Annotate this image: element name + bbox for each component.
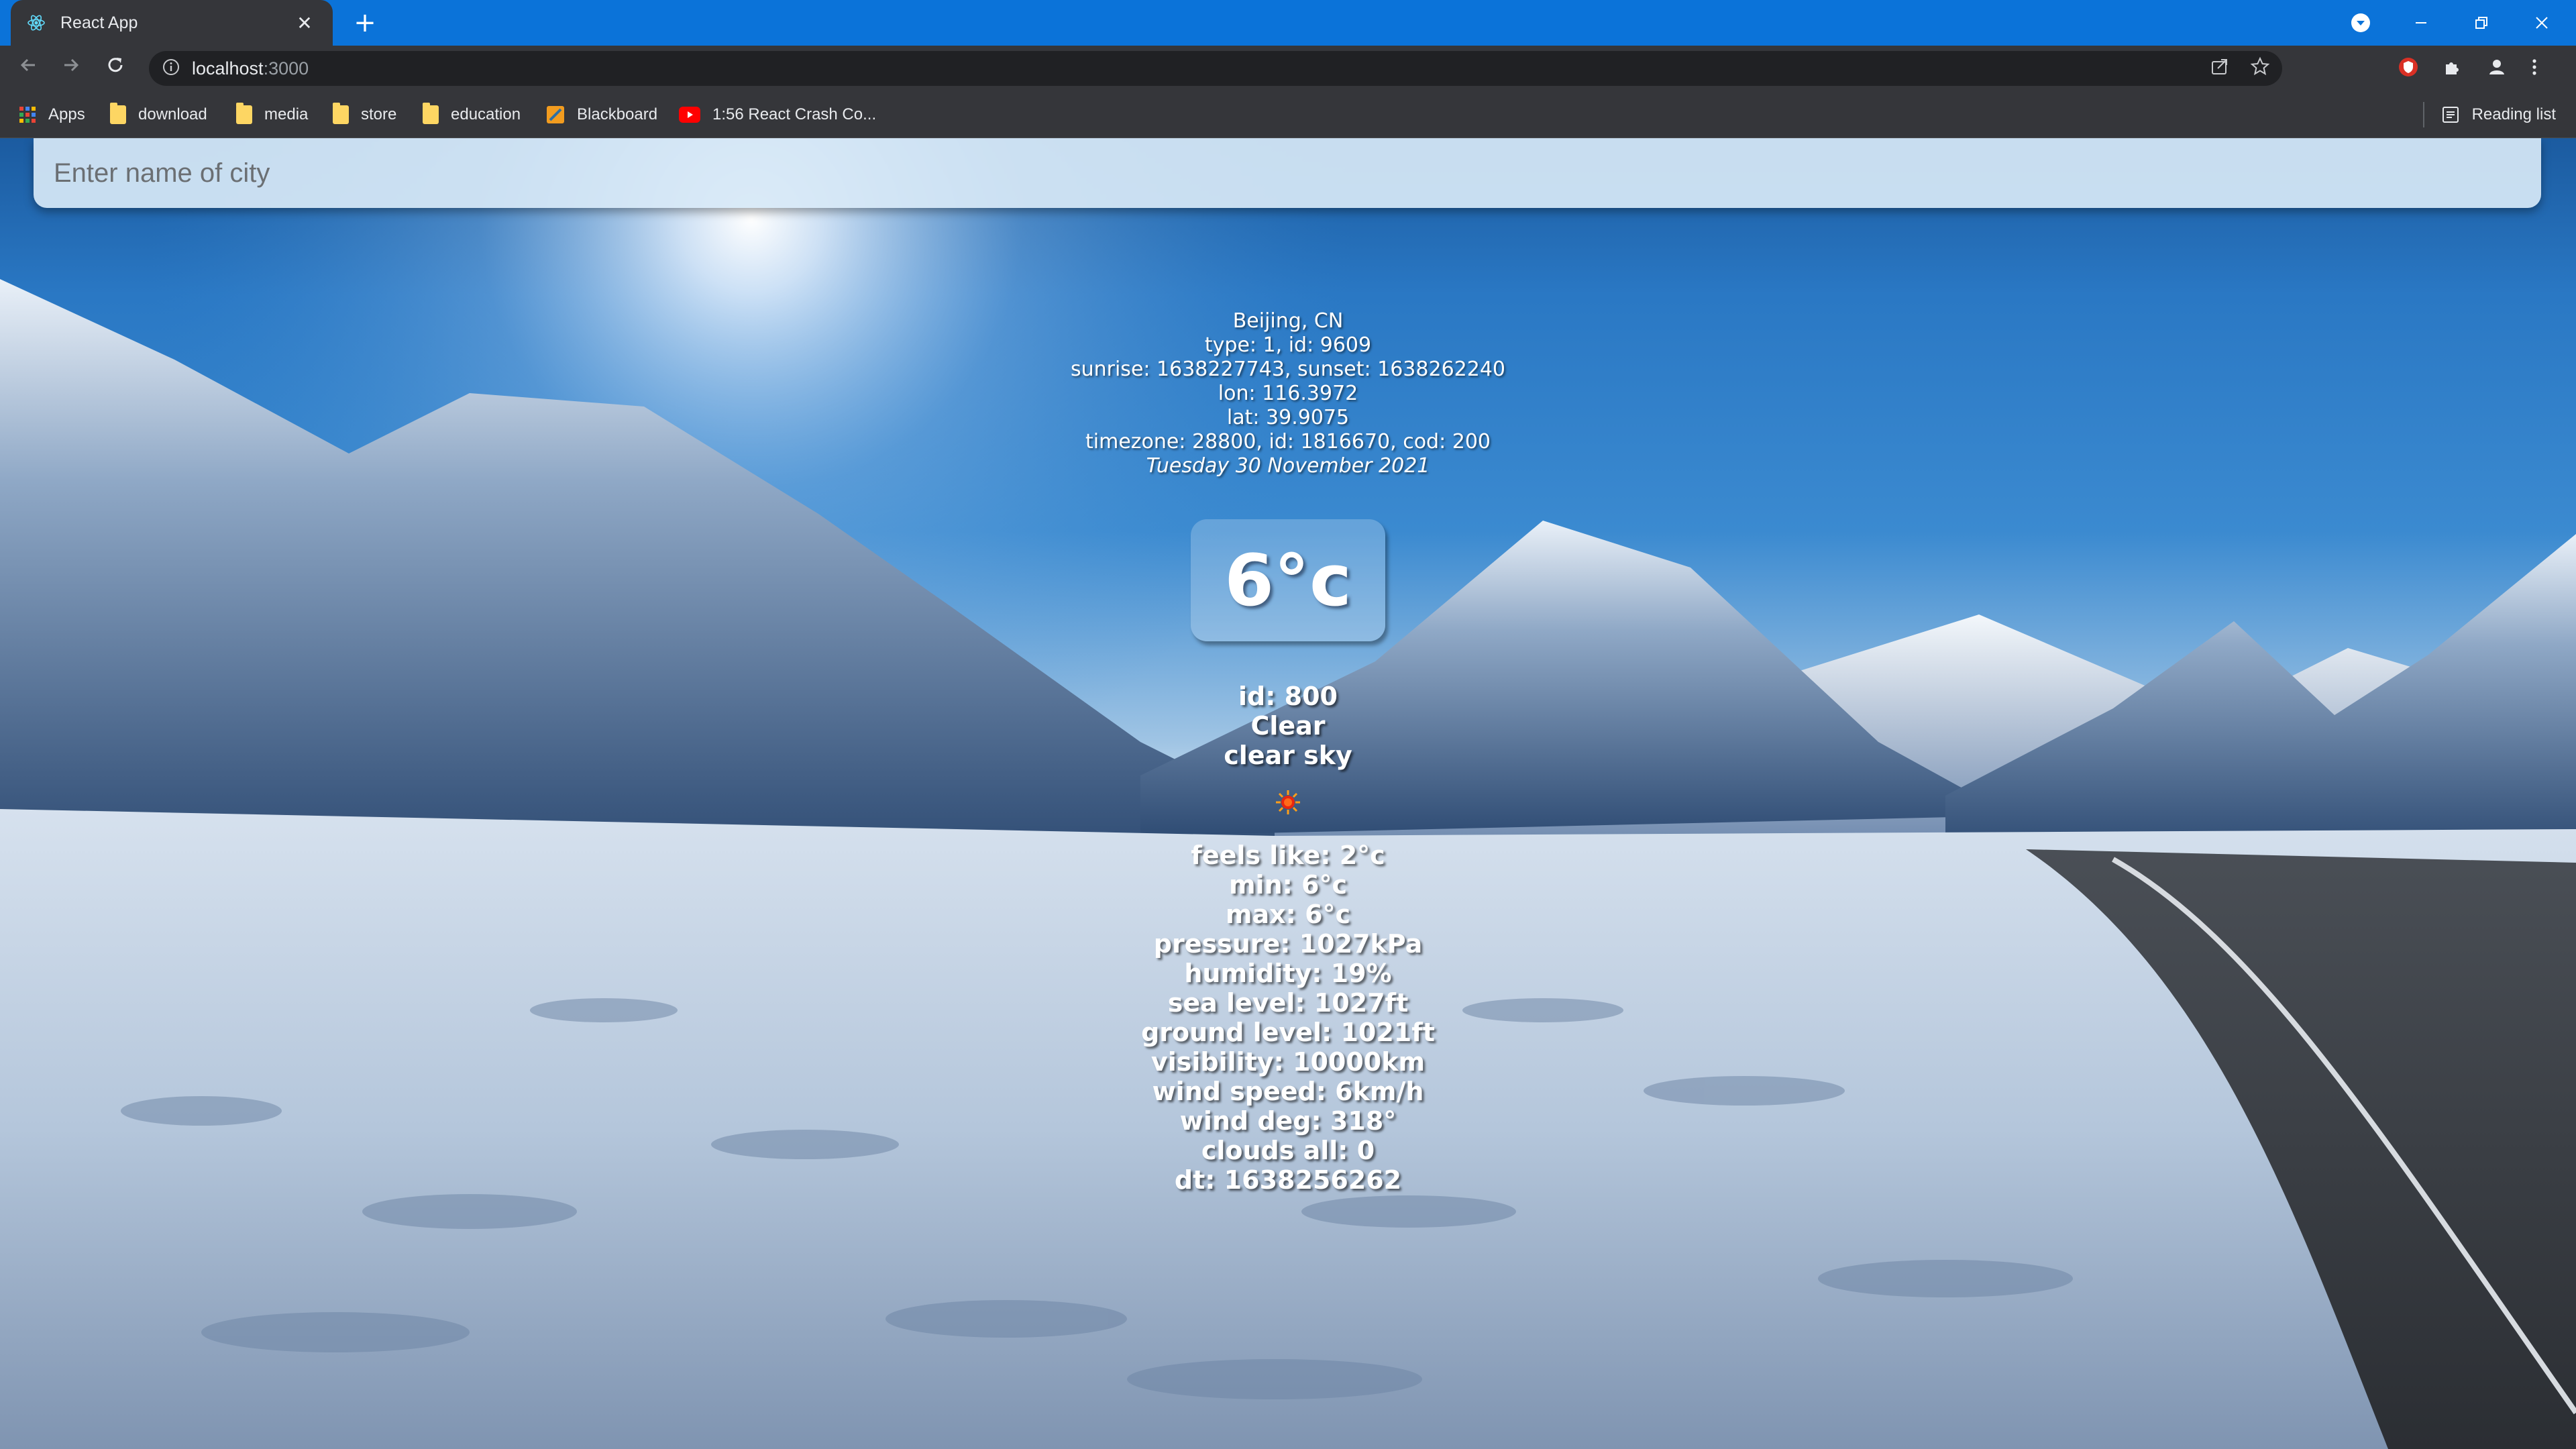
condition-description: clear sky — [1224, 741, 1352, 770]
extension-shield-icon[interactable] — [2398, 56, 2419, 80]
reading-list-button[interactable]: Reading list — [2441, 91, 2556, 138]
tab-close-icon[interactable]: ✕ — [292, 12, 317, 34]
bookmark-label: 1:56 React Crash Co... — [712, 105, 877, 123]
url-host: localhost — [192, 58, 264, 78]
minimize-icon[interactable] — [2391, 0, 2451, 46]
extensions-puzzle-icon[interactable] — [2442, 56, 2463, 80]
humidity: humidity: 19% — [1184, 959, 1392, 988]
reload-icon[interactable] — [99, 52, 131, 85]
sun-times: sunrise: 1638227743, sunset: 1638262240 — [1070, 358, 1506, 381]
location-name: Beijing, CN — [1232, 309, 1344, 333]
temp-max: max: 6°c — [1225, 900, 1351, 929]
weather-app-page: Beijing, CN type: 1, id: 9609 sunrise: 1… — [0, 138, 2576, 1449]
wind-speed: wind speed: 6km/h — [1152, 1077, 1424, 1106]
folder-icon — [333, 103, 349, 124]
share-icon[interactable] — [2210, 56, 2230, 81]
new-tab-button[interactable]: + — [349, 7, 381, 39]
city-search-bar[interactable] — [34, 138, 2541, 208]
cloud-cover: clouds all: 0 — [1201, 1136, 1375, 1165]
tab-title: React App — [60, 13, 138, 32]
timezone-info: timezone: 28800, id: 1816670, cod: 200 — [1085, 430, 1491, 453]
weather-condition: id: 800 Clear clear sky — [0, 682, 2576, 770]
bookmark-media[interactable]: media — [236, 91, 308, 138]
bookmark-label: media — [264, 105, 309, 123]
temperature-box: 6°c — [1191, 519, 1385, 641]
bookmark-apps[interactable]: Apps — [19, 91, 85, 138]
longitude: lon: 116.3972 — [1218, 382, 1358, 405]
bookmark-react-crash-course[interactable]: 1:56 React Crash Co... — [679, 91, 876, 138]
apps-grid-icon — [19, 106, 36, 123]
bookmark-label: Blackboard — [577, 105, 658, 123]
city-search-input[interactable] — [34, 138, 2541, 208]
folder-icon — [236, 103, 252, 124]
condition-id: id: 800 — [1238, 682, 1338, 711]
bookmark-education[interactable]: education — [423, 91, 521, 138]
browser-toolbar: localhost :3000 — [0, 46, 2576, 91]
ground-level: ground level: 1021ft — [1141, 1018, 1435, 1047]
folder-icon — [110, 103, 126, 124]
data-timestamp: dt: 1638256262 — [1174, 1165, 1402, 1195]
url-port: :3000 — [263, 58, 309, 78]
browser-tab[interactable]: React App ✕ — [11, 0, 333, 46]
reading-list-label: Reading list — [2471, 105, 2556, 123]
react-favicon-icon — [27, 13, 46, 32]
blackboard-icon — [546, 105, 565, 124]
bookmark-label: education — [451, 105, 521, 123]
feels-like: feels like: 2°c — [1191, 841, 1385, 870]
close-window-icon[interactable] — [2512, 0, 2572, 46]
bookmarks-bar: Apps download media store education Blac… — [0, 91, 2576, 138]
youtube-icon — [679, 107, 700, 123]
bookmark-store[interactable]: store — [333, 91, 396, 138]
temp-min: min: 6°c — [1228, 870, 1348, 900]
bookmark-star-icon[interactable] — [2250, 56, 2270, 81]
sea-level: sea level: 1027ft — [1167, 988, 1409, 1018]
visibility: visibility: 10000km — [1150, 1047, 1426, 1077]
sun-icon — [1276, 790, 1300, 814]
site-info-icon[interactable] — [162, 58, 180, 78]
bookmark-label: download — [138, 105, 207, 123]
wind-direction: wind deg: 318° — [1179, 1106, 1397, 1136]
bookmark-label: Apps — [48, 105, 85, 123]
pressure: pressure: 1027kPa — [1153, 929, 1423, 959]
folder-icon — [423, 103, 439, 124]
browser-menu-icon[interactable] — [2530, 56, 2538, 80]
browser-tabstrip: React App ✕ + — [0, 0, 2576, 46]
address-bar[interactable]: localhost :3000 — [149, 51, 2282, 86]
sys-info: type: 1, id: 9609 — [1204, 333, 1372, 357]
bookmark-download[interactable]: download — [110, 91, 207, 138]
restore-icon[interactable] — [2451, 0, 2512, 46]
current-date: Tuesday 30 November 2021 — [1146, 454, 1430, 478]
weather-details: feels like: 2°c min: 6°c max: 6°c pressu… — [0, 841, 2576, 1195]
location-info: Beijing, CN type: 1, id: 9609 sunrise: 1… — [0, 309, 2576, 478]
bookmark-blackboard[interactable]: Blackboard — [546, 91, 657, 138]
reading-list-icon — [2441, 105, 2460, 124]
forward-icon[interactable] — [55, 52, 87, 85]
temperature-value: 6°c — [1224, 539, 1352, 622]
profile-dropdown-icon[interactable] — [2330, 0, 2391, 46]
bookmarks-separator — [2423, 102, 2424, 127]
profile-avatar-icon[interactable] — [2486, 56, 2508, 80]
latitude: lat: 39.9075 — [1226, 406, 1350, 429]
bookmark-label: store — [361, 105, 397, 123]
condition-main: Clear — [1250, 711, 1326, 741]
back-icon[interactable] — [12, 52, 44, 85]
